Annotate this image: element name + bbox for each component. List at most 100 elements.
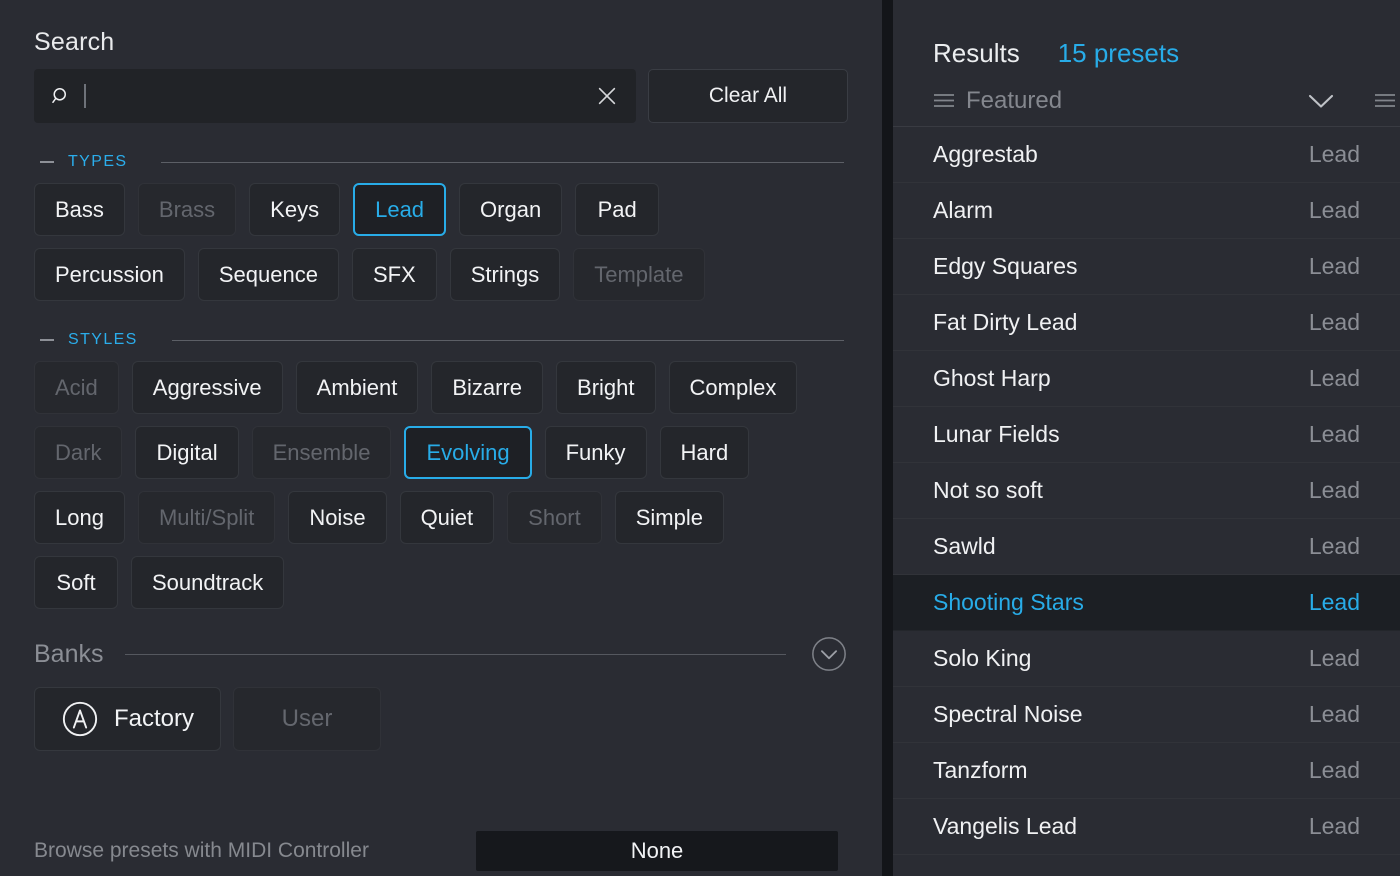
preset-type: Lead: [1308, 365, 1360, 391]
preset-name: Fat Dirty Lead: [933, 309, 1078, 335]
column-featured[interactable]: Featured: [933, 87, 1062, 115]
chevron-down-icon[interactable]: [1308, 93, 1334, 109]
preset-type: Lead: [1308, 533, 1360, 559]
preset-row[interactable]: Fat Dirty Lead Lead: [893, 295, 1400, 351]
preset-row[interactable]: Vangelis Lead Lead: [893, 799, 1400, 855]
column-type[interactable]: Typ: [1374, 87, 1400, 115]
minus-icon[interactable]: [40, 161, 54, 163]
preset-row[interactable]: Sawld Lead: [893, 519, 1400, 575]
column-featured-label: Featured: [966, 86, 1063, 114]
hamburger-icon: [934, 94, 954, 107]
results-panel: Results 15 presets Featured Aggrestab Le…: [893, 0, 1400, 876]
preset-name: Aggrestab: [933, 141, 1038, 167]
tag-row: Percussion Sequence SFX Strings Template: [34, 248, 848, 301]
tag-button-complex[interactable]: Complex: [668, 361, 798, 414]
tag-button-evolving[interactable]: Evolving: [404, 426, 532, 479]
bank-button-label: User: [281, 705, 333, 732]
preset-type: Lead: [1308, 701, 1360, 727]
preset-type: Lead: [1308, 813, 1360, 839]
divider: [125, 653, 786, 655]
preset-row[interactable]: Solo King Lead: [893, 631, 1400, 687]
tag-button-bizarre[interactable]: Bizarre: [431, 361, 544, 414]
preset-name: Solo King: [933, 645, 1032, 671]
preset-type: Lead: [1308, 589, 1360, 615]
preset-type: Lead: [1308, 757, 1360, 783]
close-x-icon[interactable]: [596, 85, 618, 107]
preset-row[interactable]: Aggrestab Lead: [893, 127, 1400, 183]
tag-button-pad[interactable]: Pad: [575, 183, 660, 236]
preset-row[interactable]: Edgy Squares Lead: [893, 239, 1400, 295]
tag-button-ensemble: Ensemble: [251, 426, 392, 479]
tag-button-noise[interactable]: Noise: [288, 491, 387, 544]
tag-button-lead[interactable]: Lead: [353, 183, 447, 236]
text-caret: [84, 84, 86, 108]
tag-button-multi-split: Multi/Split: [137, 491, 276, 544]
tag-button-digital[interactable]: Digital: [135, 426, 239, 479]
tag-button-simple[interactable]: Simple: [614, 491, 724, 544]
search-input[interactable]: [34, 69, 636, 123]
banks-buttons: Factory User: [34, 687, 848, 751]
tag-row: Long Multi/Split Noise Quiet Short Simple: [34, 491, 848, 544]
preset-browser: Search Clear All TYPES Bass Brass Keys L…: [0, 0, 1400, 876]
tag-button-hard[interactable]: Hard: [659, 426, 750, 479]
midi-controller-select[interactable]: None: [476, 831, 838, 871]
bank-button-label: Factory: [114, 705, 195, 732]
preset-type: Lead: [1308, 421, 1360, 447]
tag-button-bright[interactable]: Bright: [556, 361, 656, 414]
types-tag-grid: Bass Brass Keys Lead Organ Pad Percussion Seque…: [34, 183, 848, 301]
tag-button-strings[interactable]: Strings: [449, 248, 561, 301]
banks-label: Banks: [34, 639, 104, 668]
tag-row: Soft Soundtrack: [34, 556, 848, 609]
tag-button-soft[interactable]: Soft: [34, 556, 118, 609]
tag-button-sequence[interactable]: Sequence: [197, 248, 339, 301]
preset-name: Edgy Squares: [933, 253, 1078, 279]
tag-button-template: Template: [573, 248, 705, 301]
tag-button-quiet[interactable]: Quiet: [399, 491, 495, 544]
tag-button-percussion[interactable]: Percussion: [34, 248, 185, 301]
results-header: Results 15 presets: [893, 0, 1400, 69]
divider: [171, 339, 844, 341]
preset-name: Sawld: [933, 533, 996, 559]
tag-row: Acid Aggressive Ambient Bizarre Bright Comple…: [34, 361, 848, 414]
bank-button-factory[interactable]: Factory: [34, 687, 222, 751]
tag-button-long[interactable]: Long: [34, 491, 125, 544]
preset-name: Not so soft: [933, 477, 1043, 503]
preset-row[interactable]: Shooting Stars Lead: [893, 575, 1400, 631]
preset-row[interactable]: Lunar Fields Lead: [893, 407, 1400, 463]
preset-row[interactable]: Spectral Noise Lead: [893, 687, 1400, 743]
filter-panel: Search Clear All TYPES Bass Brass Keys L…: [0, 0, 882, 876]
midi-label: Browse presets with MIDI Controller: [34, 839, 369, 862]
clear-all-button[interactable]: Clear All: [648, 69, 848, 123]
minus-icon[interactable]: [40, 339, 54, 341]
tag-row: Bass Brass Keys Lead Organ Pad: [34, 183, 848, 236]
preset-type: Lead: [1308, 309, 1360, 335]
divider: [161, 161, 844, 163]
tag-button-sfx[interactable]: SFX: [351, 248, 437, 301]
tag-button-aggressive[interactable]: Aggressive: [131, 361, 283, 414]
search-row: Clear All: [34, 69, 848, 123]
preset-type: Lead: [1308, 477, 1360, 503]
tag-button-keys[interactable]: Keys: [249, 183, 341, 236]
preset-type: Lead: [1308, 197, 1360, 223]
tag-button-soundtrack[interactable]: Soundtrack: [131, 556, 285, 609]
tag-button-brass: Brass: [137, 183, 237, 236]
tag-button-dark: Dark: [34, 426, 123, 479]
search-text[interactable]: [84, 69, 596, 123]
hamburger-icon: [1375, 94, 1396, 107]
banks-section-header: Banks: [34, 635, 848, 673]
preset-row[interactable]: Not so soft Lead: [893, 463, 1400, 519]
search-heading: Search: [34, 28, 115, 56]
preset-name: Lunar Fields: [933, 421, 1060, 447]
tag-button-ambient[interactable]: Ambient: [295, 361, 419, 414]
chevron-down-circle-icon[interactable]: [810, 635, 848, 673]
tag-button-funky[interactable]: Funky: [544, 426, 647, 479]
preset-type: Lead: [1308, 253, 1360, 279]
panel-divider[interactable]: [882, 0, 893, 876]
preset-row[interactable]: Alarm Lead: [893, 183, 1400, 239]
preset-row[interactable]: Tanzform Lead: [893, 743, 1400, 799]
preset-row[interactable]: Ghost Harp Lead: [893, 351, 1400, 407]
preset-name: Tanzform: [933, 757, 1028, 783]
tag-button-bass[interactable]: Bass: [34, 183, 125, 236]
tag-button-organ[interactable]: Organ: [459, 183, 563, 236]
results-column-header: Featured Typ: [893, 75, 1400, 127]
